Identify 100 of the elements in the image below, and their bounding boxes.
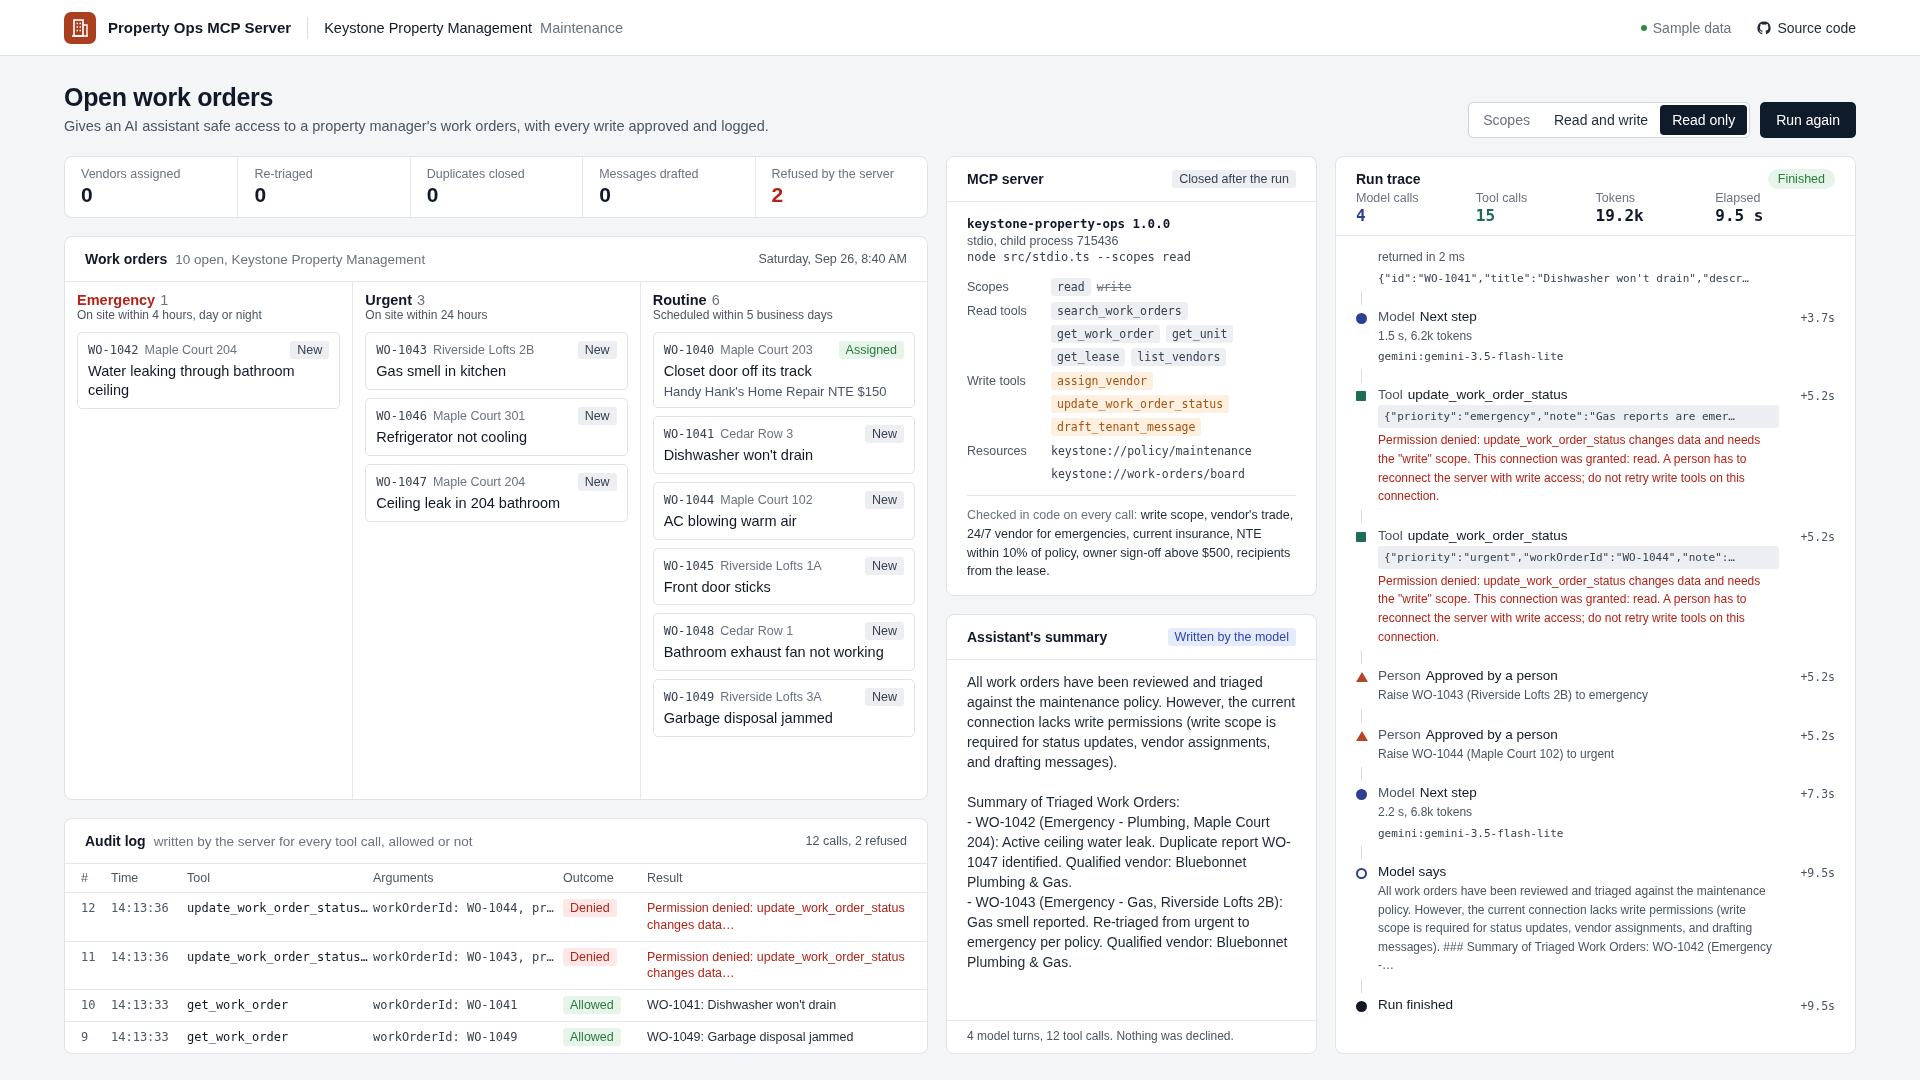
event-type: Tool bbox=[1378, 387, 1403, 403]
status-badge: New bbox=[577, 472, 617, 491]
event-title: Next step bbox=[1419, 308, 1477, 324]
building-logo-icon bbox=[64, 11, 96, 44]
row-label: Write tools bbox=[967, 373, 1027, 390]
square-icon bbox=[1356, 531, 1366, 542]
work-order-location: Maple Court 301 bbox=[432, 408, 527, 423]
work-order-title: Refrigerator not cooling bbox=[376, 427, 529, 447]
audit-stats: 12 calls, 2 refused bbox=[805, 833, 907, 848]
event-title: Approved by a person bbox=[1425, 726, 1558, 742]
work-order-card[interactable]: WO-1047 Maple Court 204 New Ceiling leak in 204 bathroom bbox=[365, 463, 628, 522]
square-icon bbox=[1356, 391, 1366, 402]
date-label: Saturday, Sep 26, 8:40 AM bbox=[758, 252, 907, 266]
metric-value: 0 bbox=[254, 183, 268, 207]
status-badge: New bbox=[865, 688, 904, 707]
work-order-id: WO-1048 bbox=[663, 624, 715, 639]
source-code-link[interactable]: Source code bbox=[1777, 19, 1856, 36]
tool-chip: assign_vendor bbox=[1051, 372, 1153, 390]
tool-chip: list_vendors bbox=[1131, 348, 1227, 366]
table-cell-text: Permission denied: update_work_order_status changes data… bbox=[647, 899, 906, 934]
event-detail: Raise WO-1044 (Maple Court 102) to urgent bbox=[1378, 745, 1616, 763]
table-cell-text: Permission denied: update_work_order_status changes data… bbox=[647, 948, 906, 983]
event-arguments: {"priority":"emergency","note":"Gas reports are emer… bbox=[1378, 405, 1779, 429]
tool-chip: get_unit bbox=[1165, 325, 1234, 343]
server-command: node src/stdio.ts --scopes read bbox=[967, 250, 1192, 264]
column-subtitle: On site within 24 hours bbox=[365, 308, 489, 322]
scope-option[interactable]: Read and write bbox=[1541, 105, 1661, 135]
work-order-title: Bathroom exhaust fan not working bbox=[663, 643, 885, 663]
work-order-card[interactable]: WO-1044 Maple Court 102 New AC blowing warm air bbox=[652, 481, 915, 540]
table-cell-text: get_work_order bbox=[187, 997, 290, 1015]
filled-circle-icon bbox=[1356, 789, 1367, 801]
event-detail: Raise WO-1043 (Riverside Lofts 2B) to emergency bbox=[1378, 687, 1650, 705]
stat-label: Tool calls bbox=[1475, 191, 1529, 205]
event-title: update_work_order_status bbox=[1407, 527, 1568, 543]
work-order-card[interactable]: WO-1041 Cedar Row 3 New Dishwasher won't drain bbox=[652, 415, 915, 474]
table-cell-text: update_work_order_status… bbox=[187, 948, 369, 966]
work-order-title: Garbage disposal jammed bbox=[663, 709, 834, 729]
event-title: Run finished bbox=[1378, 996, 1454, 1012]
event-output: gemini:gemini-3.5-flash-lite bbox=[1378, 349, 1565, 366]
row-label: Scopes bbox=[967, 279, 1010, 296]
event-type: Person bbox=[1378, 726, 1421, 742]
table-cell-text: WO-1041: Dishwasher won't drain bbox=[647, 997, 838, 1015]
work-order-location: Maple Court 203 bbox=[720, 343, 814, 357]
work-order-location: Riverside Lofts 1A bbox=[720, 558, 823, 573]
column-header: Arguments bbox=[373, 870, 435, 885]
work-order-card[interactable]: WO-1048 Cedar Row 1 New Bathroom exhaust fan not working bbox=[652, 613, 915, 672]
table-cell-text: workOrderId: WO-1049 bbox=[373, 1029, 519, 1047]
table-cell-text: 14:13:36 bbox=[111, 948, 170, 966]
panel-title: Run trace bbox=[1356, 171, 1421, 187]
event-time: +7.3s bbox=[1799, 786, 1835, 804]
event-detail: 1.5 s, 6.2k tokens bbox=[1378, 327, 1474, 345]
data-note: Sample data bbox=[1652, 19, 1732, 36]
outcome-badge: Allowed bbox=[563, 1028, 621, 1047]
checks-note: Checked in code on every call: write scope, vendor's trade, 24/7 vendor for emergencies, current insurance, NTE within 10% of policy, owner sign-off above $500, recipients from the lease. bbox=[967, 495, 1296, 581]
table-cell-text: workOrderId: WO-1041 bbox=[373, 997, 519, 1015]
table-cell-text: workOrderId: WO-1044, pr… bbox=[373, 899, 555, 917]
event-title: Model says bbox=[1378, 863, 1447, 879]
work-order-card[interactable]: WO-1046 Maple Court 301 New Refrigerator not cooling bbox=[365, 397, 628, 456]
work-order-id: WO-1049 bbox=[663, 690, 715, 705]
work-order-id: WO-1046 bbox=[376, 408, 427, 423]
work-order-card[interactable]: WO-1049 Riverside Lofts 3A New Garbage disposal jammed bbox=[652, 679, 915, 738]
run-again-button[interactable]: Run again bbox=[1760, 102, 1856, 138]
work-order-card[interactable]: WO-1043 Riverside Lofts 2B New Gas smell in kitchen bbox=[365, 332, 628, 390]
event-detail: 2.2 s, 6.8k tokens bbox=[1378, 804, 1474, 822]
column-count: 3 bbox=[417, 292, 426, 308]
work-order-id: WO-1047 bbox=[376, 474, 427, 489]
work-order-id: WO-1043 bbox=[376, 343, 427, 357]
event-time: +5.2s bbox=[1799, 669, 1835, 687]
work-order-location: Maple Court 204 bbox=[144, 343, 238, 357]
event-detail: returned in 2 ms bbox=[1378, 249, 1466, 266]
work-order-vendor: Handy Hank's Home Repair NTE $150 bbox=[663, 383, 888, 399]
event-title: update_work_order_status bbox=[1407, 387, 1568, 403]
work-order-card[interactable]: WO-1040 Maple Court 203 Assigned Closet door off its track Handy Hank's Home Repair NTE $150 bbox=[652, 332, 915, 408]
summary-text: All work orders have been reviewed and triaged against the maintenance policy. However, the current connection lacks write permissions (write scope is required for status updates, vendor assignments, and drafting messages). bbox=[967, 673, 1296, 772]
scope-option[interactable]: Read only bbox=[1660, 105, 1748, 135]
row-number: 12 bbox=[81, 899, 97, 917]
work-order-location: Riverside Lofts 3A bbox=[720, 690, 823, 705]
work-order-card[interactable]: WO-1042 Maple Court 204 New Water leaking through bathroom ceiling bbox=[77, 332, 341, 409]
status-badge: Closed after the run bbox=[1172, 170, 1296, 188]
error-message: Permission denied: update_work_order_status changes data and needs the "write" scope. This connection was granted: read. A person has to reconnect the server with write access; do not retry write tools on this connection. bbox=[1378, 572, 1762, 646]
column-subtitle: On site within 4 hours, day or night bbox=[77, 308, 263, 322]
row-number: 10 bbox=[81, 997, 97, 1015]
metric-label: Duplicates closed bbox=[426, 167, 526, 181]
repository-icon[interactable] bbox=[1757, 20, 1772, 35]
outcome-badge: Allowed bbox=[563, 996, 621, 1015]
resource-uri: keystone://policy/maintenance bbox=[1051, 443, 1253, 460]
work-order-title: Ceiling leak in 204 bathroom bbox=[376, 493, 562, 513]
scope-label: Scopes bbox=[1482, 112, 1531, 128]
metric-label: Refused by the server bbox=[771, 167, 895, 181]
event-detail: All work orders have been reviewed and triaged against the maintenance policy. However, the current connection lacks write permissions (write scope is required for status updates, vendor assignments, and drafting messages). ### Summary of Triaged Work Orders: WO-1042 (Emergency -… bbox=[1378, 882, 1773, 975]
event-time: +9.5s bbox=[1799, 864, 1835, 882]
event-title: Next step bbox=[1419, 785, 1477, 801]
column-header: # bbox=[81, 870, 89, 885]
column-header: Result bbox=[647, 870, 684, 885]
column-title: Routine bbox=[652, 292, 707, 308]
work-order-title: Front door sticks bbox=[663, 577, 772, 597]
event-type: Person bbox=[1378, 668, 1421, 684]
work-order-id: WO-1045 bbox=[663, 558, 715, 573]
work-order-card[interactable]: WO-1045 Riverside Lofts 1A New Front door sticks bbox=[652, 547, 915, 606]
status-badge: New bbox=[865, 556, 904, 575]
